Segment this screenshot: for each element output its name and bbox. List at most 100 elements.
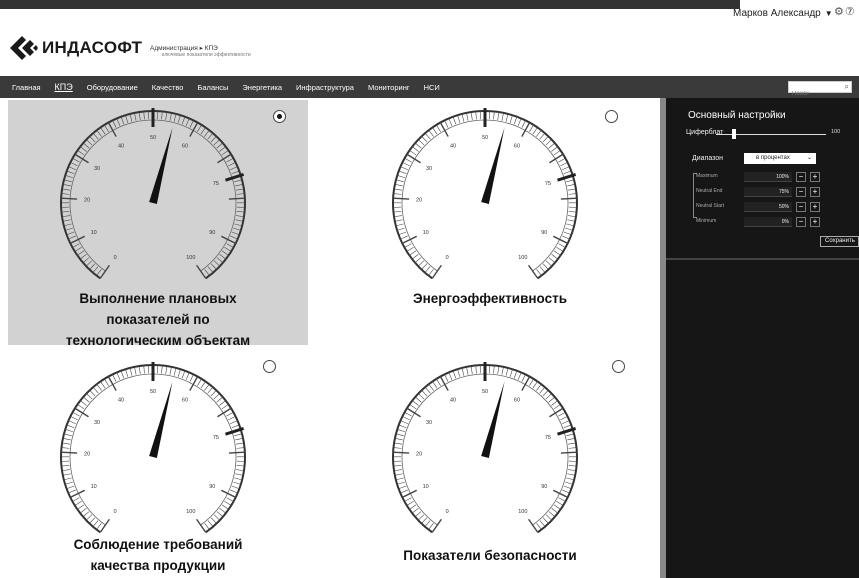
gauge-tick-label: 100	[186, 255, 195, 261]
gauge-tick-label: 100	[518, 255, 527, 261]
gauge-minor-tick	[415, 142, 422, 149]
gauge-minor-tick	[394, 184, 403, 187]
decrement-button[interactable]: −	[796, 172, 806, 182]
gauge-minor-tick	[395, 223, 404, 227]
tile-select-radio[interactable]	[612, 360, 625, 373]
increment-button[interactable]: +	[810, 187, 820, 197]
increment-button[interactable]: +	[810, 202, 820, 212]
logo[interactable]: ИНДАСОФТ	[10, 36, 142, 60]
gauge-minor-tick	[224, 501, 232, 506]
gauge-minor-tick	[226, 157, 234, 163]
gauge-minor-tick	[513, 116, 518, 125]
gauge-minor-tick	[421, 263, 428, 270]
gauge-minor-tick	[66, 231, 75, 236]
gauge-title-line: качества продукции	[90, 558, 226, 573]
tile-select-radio[interactable]	[273, 110, 286, 123]
row-value-input[interactable]: 50%	[744, 202, 792, 212]
gauge-minor-tick	[161, 111, 163, 120]
save-button[interactable]: Сохранить	[820, 236, 859, 247]
gauge-minor-tick	[428, 269, 434, 276]
nav-item-balances[interactable]: Балансы	[190, 83, 235, 92]
nav-item-energy[interactable]: Энергетика	[235, 83, 289, 92]
gauge-minor-tick	[428, 130, 434, 137]
range-select[interactable]: в процентах ⌄	[744, 153, 816, 164]
gauge-minor-tick	[236, 469, 245, 472]
search-box: ⌕	[788, 81, 852, 99]
settings-help-icons[interactable]: ⚙⑦	[834, 5, 856, 18]
gauge-minor-tick	[395, 433, 404, 437]
search-icon[interactable]: ⌕	[845, 82, 849, 92]
gauge-tick-label: 40	[450, 143, 456, 149]
tile-select-radio[interactable]	[263, 360, 276, 373]
gauge-minor-tick	[66, 424, 75, 429]
slider-thumb[interactable]	[732, 129, 736, 139]
gauge-minor-tick	[568, 465, 577, 467]
range-select-value: в процентах	[756, 155, 790, 161]
gauge-minor-tick	[424, 386, 431, 394]
gauge-tile-plan[interactable]: 0 10 20 30 40 50 60 75 90 100 Выполнение плановых…	[8, 100, 308, 348]
gauge-dial: 0 10 20 30 40 50 60 75 90 100	[392, 362, 578, 534]
gauge-tile-energy[interactable]: 0 10 20 30 40 50 60 75 90 100 Энергоэффективность	[340, 100, 640, 345]
gauge-minor-tick	[70, 416, 78, 421]
gauge-minor-tick	[404, 243, 412, 248]
gauge-minor-tick	[567, 473, 576, 476]
gauge-minor-tick	[219, 400, 226, 406]
increment-button[interactable]: +	[810, 172, 820, 182]
increment-button[interactable]: +	[810, 217, 820, 227]
gauge-minor-tick	[397, 175, 405, 179]
nav-item-infrastructure[interactable]: Инфраструктура	[289, 83, 361, 92]
gauge-tick-label: 50	[482, 135, 488, 141]
row-value-input[interactable]: 100%	[744, 172, 792, 182]
gauge-minor-tick	[461, 113, 465, 122]
nav-item-home[interactable]: Главная	[5, 83, 48, 92]
user-menu[interactable]: Марков Александр ▼	[733, 5, 833, 21]
gauge-minor-tick	[398, 485, 407, 490]
gauge-minor-tick	[61, 193, 70, 195]
row-label: Neutral End	[696, 188, 723, 194]
gauge-minor-tick	[235, 184, 244, 187]
gauge-minor-tick	[63, 433, 72, 437]
nav-item-quality[interactable]: Качество	[145, 83, 191, 92]
gauge-minor-tick	[63, 223, 72, 227]
gauge-minor-tick	[398, 170, 407, 175]
gauge-minor-tick	[493, 111, 495, 120]
nav-item-kpi[interactable]: КПЭ	[48, 82, 80, 92]
gauge-minor-tick	[213, 260, 221, 267]
decrement-button[interactable]: −	[796, 202, 806, 212]
gauge-minor-tick	[509, 115, 513, 123]
gauge-minor-tick	[210, 263, 217, 270]
user-name: Марков Александр	[733, 7, 821, 19]
tile-select-radio[interactable]	[605, 110, 618, 123]
breadcrumb-path[interactable]: Администрация ▸ КПЭ	[150, 44, 251, 52]
dial-slider[interactable]	[716, 129, 826, 139]
nav-item-monitoring[interactable]: Мониторинг	[361, 83, 417, 92]
chevron-down-icon: ⌄	[806, 155, 812, 161]
gauge-minor-tick	[556, 501, 564, 506]
gauge-minor-tick	[83, 396, 90, 403]
gauge-minor-tick	[452, 116, 457, 125]
gauge-minor-tick	[61, 211, 70, 213]
gauge-major-tick	[528, 264, 539, 279]
gauge-minor-tick	[411, 508, 419, 514]
gauge-tile-safety[interactable]: 0 10 20 30 40 50 60 75 90 100 Показатели безопасн…	[340, 354, 640, 578]
gauge-major-tick	[99, 264, 110, 279]
nav-item-nsi[interactable]: НСИ	[417, 83, 447, 92]
nav-item-equipment[interactable]: Оборудование	[80, 83, 145, 92]
gauge-minor-tick	[96, 269, 102, 276]
gauge-minor-tick	[432, 127, 438, 135]
decrement-button[interactable]: −	[796, 187, 806, 197]
gauge-minor-tick	[414, 257, 422, 263]
gauge-minor-tick	[501, 366, 504, 375]
gauge-minor-tick	[79, 508, 87, 514]
gauge-tick-label: 0	[114, 509, 117, 515]
gauge-tile-quality[interactable]: 0 10 20 30 40 50 60 75 90 100 Соблюдение требован…	[8, 354, 308, 578]
gauge-minor-tick	[89, 517, 96, 524]
row-value-input[interactable]: 75%	[744, 187, 792, 197]
row-value-input[interactable]: 0%	[744, 217, 792, 227]
gauge-minor-tick	[235, 438, 244, 441]
gauge-minor-tick	[566, 223, 575, 227]
decrement-button[interactable]: −	[796, 217, 806, 227]
gauge-minor-tick	[562, 420, 570, 425]
gauge-minor-tick	[397, 429, 405, 433]
gauge-minor-tick	[219, 508, 227, 514]
